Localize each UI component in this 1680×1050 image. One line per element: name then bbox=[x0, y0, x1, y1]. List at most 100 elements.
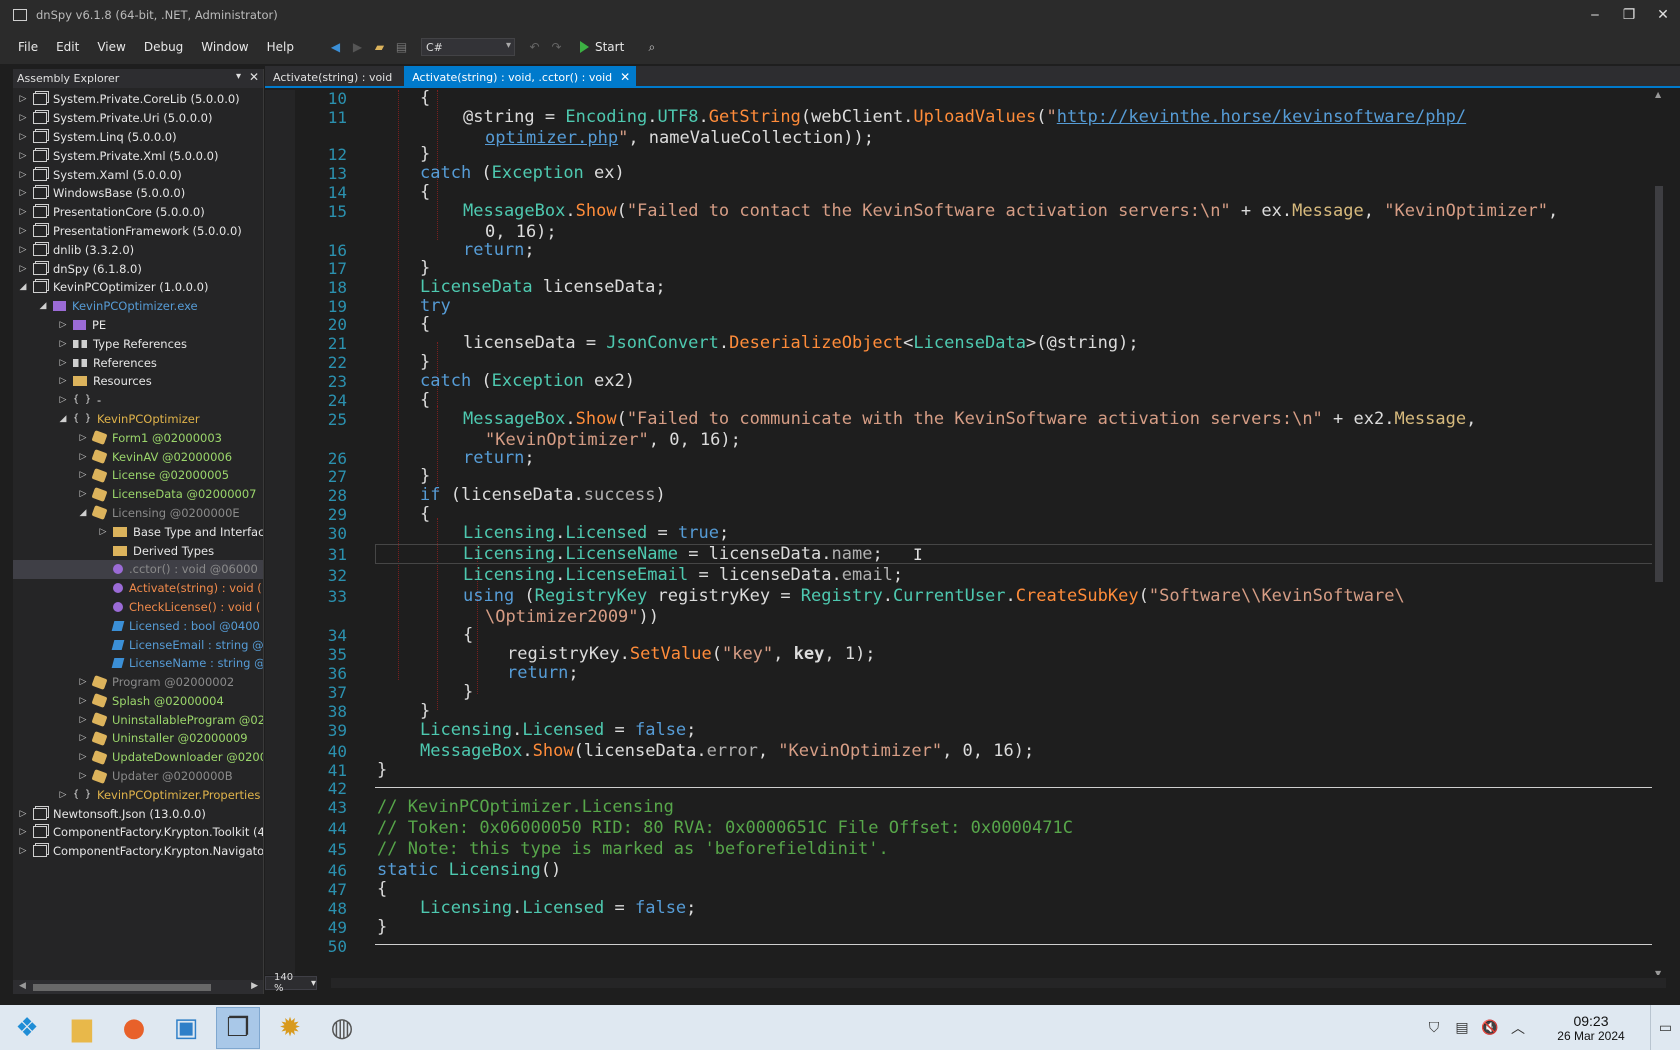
expand-toggle-icon[interactable]: ▷ bbox=[57, 358, 69, 368]
scroll-thumb[interactable] bbox=[33, 984, 211, 991]
chevron-up-icon[interactable]: ︿ bbox=[1504, 1018, 1532, 1038]
start-menu-icon[interactable]: ❖ bbox=[2, 1007, 52, 1049]
tree-item[interactable]: ▷ UpdateDownloader @0200 bbox=[13, 748, 263, 767]
editor-vertical-scrollbar[interactable]: ▲ ▼ bbox=[1652, 90, 1666, 978]
scroll-right-icon[interactable]: ▶ bbox=[251, 981, 258, 991]
expand-toggle-icon[interactable]: ▷ bbox=[57, 320, 69, 330]
expand-toggle-icon[interactable]: ▷ bbox=[17, 226, 29, 236]
expand-toggle-icon[interactable]: ▷ bbox=[57, 376, 69, 386]
expand-toggle-icon[interactable]: ▷ bbox=[17, 132, 29, 142]
tree-item[interactable]: ▷ Type References bbox=[13, 334, 263, 353]
expand-toggle-icon[interactable]: ▷ bbox=[17, 113, 29, 123]
tree-item[interactable]: ▷ References bbox=[13, 353, 263, 372]
tree-item[interactable]: ◢ KevinPCOptimizer.exe bbox=[13, 297, 263, 316]
expand-toggle-icon[interactable]: ▷ bbox=[17, 264, 29, 274]
expand-toggle-icon[interactable]: ▷ bbox=[97, 527, 109, 537]
tree-item[interactable]: ▷ Newtonsoft.Json (13.0.0.0) bbox=[13, 804, 263, 823]
expand-toggle-icon[interactable]: ▷ bbox=[17, 151, 29, 161]
navigate-forward-icon[interactable]: ▶ bbox=[349, 39, 366, 56]
expand-toggle-icon[interactable]: ▷ bbox=[77, 771, 89, 781]
expand-toggle-icon[interactable]: ▷ bbox=[57, 790, 69, 800]
expand-toggle-icon[interactable]: ▷ bbox=[77, 696, 89, 706]
search-icon[interactable]: ⌕ bbox=[643, 39, 660, 56]
scroll-thumb[interactable] bbox=[1655, 186, 1663, 582]
network-icon[interactable]: ▣ bbox=[164, 1007, 208, 1049]
app-icon[interactable] bbox=[13, 9, 27, 21]
menu-edit[interactable]: Edit bbox=[47, 40, 88, 54]
tree-item[interactable]: ▷ System.Private.Xml (5.0.0.0) bbox=[13, 146, 263, 165]
tree-item[interactable]: ▷ ComponentFactory.Krypton.Navigator ( bbox=[13, 842, 263, 861]
tab-activate-cctor[interactable]: Activate(string) : void, .cctor() : void… bbox=[404, 66, 637, 88]
tab-close-icon[interactable]: ✕ bbox=[620, 70, 630, 84]
expand-toggle-icon[interactable]: ▷ bbox=[17, 207, 29, 217]
tree-item[interactable]: ▷ dnlib (3.3.2.0) bbox=[13, 240, 263, 259]
volume-muted-icon[interactable]: 🔇 bbox=[1476, 1020, 1504, 1036]
menu-window[interactable]: Window bbox=[192, 40, 257, 54]
expand-toggle-icon[interactable]: ▷ bbox=[77, 752, 89, 762]
expand-toggle-icon[interactable]: ▷ bbox=[17, 846, 29, 856]
tree-item[interactable]: ▷ Base Type and Interfac bbox=[13, 522, 263, 541]
start-button[interactable]: Start bbox=[579, 40, 624, 54]
tree-item[interactable]: ◢ { } KevinPCOptimizer bbox=[13, 410, 263, 429]
expand-toggle-icon[interactable]: ▷ bbox=[77, 715, 89, 725]
expand-toggle-icon[interactable]: ▷ bbox=[77, 733, 89, 743]
expand-toggle-icon[interactable]: ◢ bbox=[57, 414, 69, 424]
expand-toggle-icon[interactable]: ▷ bbox=[57, 339, 69, 349]
expand-toggle-icon[interactable]: ▷ bbox=[17, 170, 29, 180]
tree-item[interactable]: ▷ PresentationFramework (5.0.0.0) bbox=[13, 222, 263, 241]
shield-icon[interactable]: ⛉ bbox=[1420, 1020, 1448, 1036]
tree-item[interactable]: Activate(string) : void ( bbox=[13, 579, 263, 598]
clock[interactable]: 09:23 26 Mar 2024 bbox=[1532, 1013, 1650, 1043]
app-icon[interactable]: ◍ bbox=[320, 1007, 364, 1049]
tree-item[interactable]: Derived Types bbox=[13, 541, 263, 560]
language-select[interactable]: C# bbox=[420, 38, 515, 56]
tree-item[interactable]: ▷ Updater @0200000B bbox=[13, 767, 263, 786]
menu-view[interactable]: View bbox=[88, 40, 134, 54]
expand-toggle-icon[interactable]: ◢ bbox=[17, 282, 29, 292]
tree-item[interactable]: ◢ KevinPCOptimizer (1.0.0.0) bbox=[13, 278, 263, 297]
tree-item[interactable]: LicenseName : string @ bbox=[13, 654, 263, 673]
tree-item[interactable]: .cctor() : void @06000 bbox=[13, 559, 263, 579]
redo-icon[interactable]: ↷ bbox=[548, 39, 565, 56]
tree-item[interactable]: Licensed : bool @0400 bbox=[13, 616, 263, 635]
open-list-icon[interactable]: ▤ bbox=[393, 39, 410, 56]
expand-toggle-icon[interactable]: ▷ bbox=[57, 395, 69, 405]
tree-item[interactable]: ▷ PE bbox=[13, 316, 263, 335]
expand-toggle-icon[interactable]: ▷ bbox=[77, 489, 89, 499]
scroll-left-icon[interactable]: ◀ bbox=[19, 981, 26, 991]
navigate-back-icon[interactable]: ◀ bbox=[327, 39, 344, 56]
expand-toggle-icon[interactable]: ◢ bbox=[37, 301, 49, 311]
code-editor[interactable]: 10 {11 @string = Encoding.UTF8.GetString(w… bbox=[265, 90, 1665, 978]
tree-item[interactable]: ▷ License @02000005 bbox=[13, 466, 263, 485]
tree-item[interactable]: ▷ Form1 @02000003 bbox=[13, 428, 263, 447]
tree-item[interactable]: CheckLicense() : void ( bbox=[13, 598, 263, 617]
tree-item[interactable]: ▷ Splash @02000004 bbox=[13, 692, 263, 711]
file-explorer-icon[interactable]: ▆ bbox=[60, 1007, 104, 1049]
expand-toggle-icon[interactable]: ▷ bbox=[77, 677, 89, 687]
menu-file[interactable]: File bbox=[0, 40, 47, 54]
expand-toggle-icon[interactable]: ▷ bbox=[17, 827, 29, 837]
dnspy-taskbar-icon[interactable]: ❐ bbox=[216, 1006, 260, 1049]
tree-item[interactable]: ▷ Resources bbox=[13, 372, 263, 391]
tree-item[interactable]: ▷ System.Private.CoreLib (5.0.0.0) bbox=[13, 90, 263, 109]
tree-item[interactable]: ▷ Program @02000002 bbox=[13, 673, 263, 692]
tree-item[interactable]: ▷ System.Linq (5.0.0.0) bbox=[13, 128, 263, 147]
tree-item[interactable]: ▷ LicenseData @02000007 bbox=[13, 485, 263, 504]
menu-help[interactable]: Help bbox=[258, 40, 303, 54]
expand-toggle-icon[interactable]: ◢ bbox=[77, 508, 89, 518]
tree-item[interactable]: ▷ System.Xaml (5.0.0.0) bbox=[13, 165, 263, 184]
expand-toggle-icon[interactable]: ▷ bbox=[77, 452, 89, 462]
restore-button[interactable]: ❐ bbox=[1612, 0, 1646, 30]
explorer-horizontal-scrollbar[interactable]: ◀ ▶ bbox=[13, 980, 263, 994]
firefox-icon[interactable]: ● bbox=[112, 1007, 156, 1049]
settings-gear-icon[interactable]: ✹ bbox=[268, 1007, 312, 1049]
expand-toggle-icon[interactable]: ▷ bbox=[17, 188, 29, 198]
assembly-tree[interactable]: ▷ System.Private.CoreLib (5.0.0.0) ▷ System… bbox=[13, 88, 263, 861]
tree-item[interactable]: ▷ { } KevinPCOptimizer.Properties bbox=[13, 785, 263, 804]
menu-debug[interactable]: Debug bbox=[135, 40, 192, 54]
tree-item[interactable]: ▷ System.Private.Uri (5.0.0.0) bbox=[13, 109, 263, 128]
tree-item[interactable]: ▷ UninstallableProgram @02 bbox=[13, 710, 263, 729]
tree-item[interactable]: ▷ WindowsBase (5.0.0.0) bbox=[13, 184, 263, 203]
close-button[interactable]: ✕ bbox=[1646, 0, 1680, 30]
tree-item[interactable]: ◢ Licensing @0200000E bbox=[13, 504, 263, 523]
